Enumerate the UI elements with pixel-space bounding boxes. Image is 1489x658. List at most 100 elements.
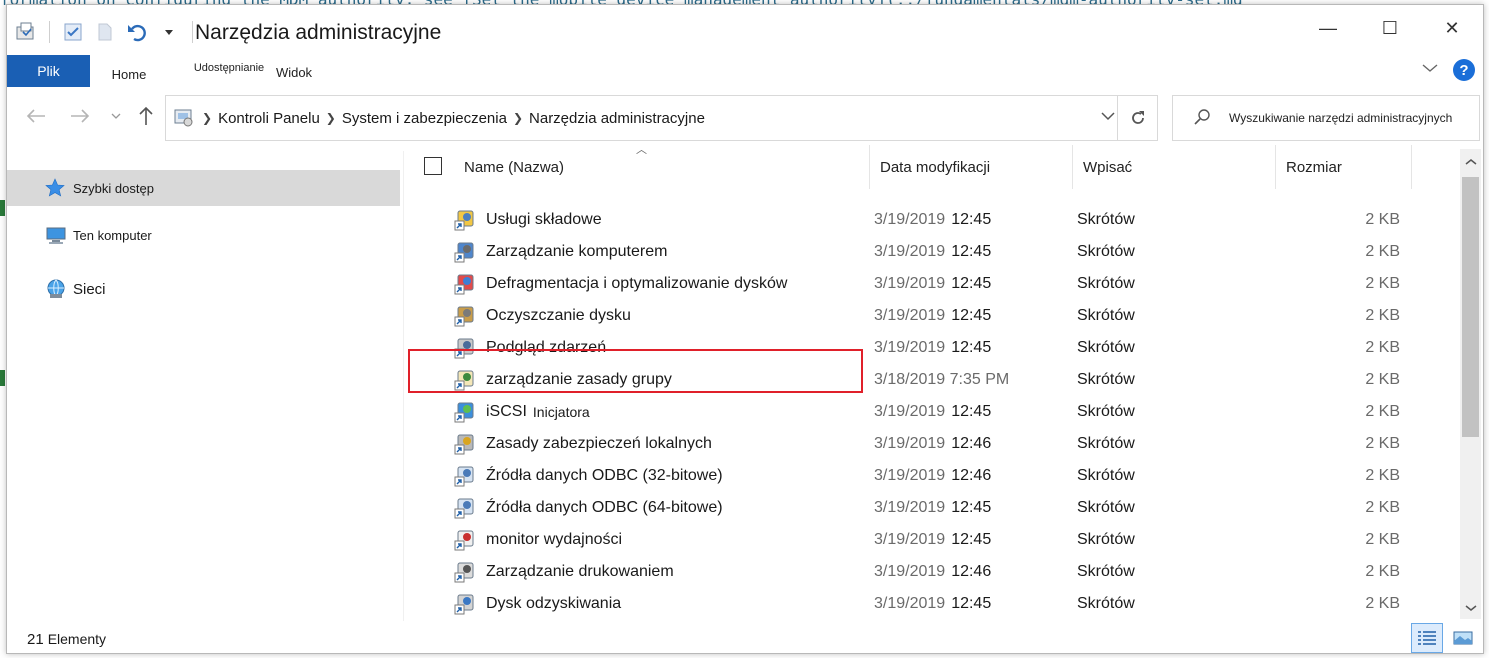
tab-share[interactable]: Udostępnianie xyxy=(187,55,271,87)
back-button[interactable] xyxy=(23,103,49,129)
odbc-icon xyxy=(454,492,480,524)
file-name-text: Usługi składowe xyxy=(486,211,602,228)
file-date: 3/18/2019 7:35 PM xyxy=(874,364,1009,396)
scroll-up-button[interactable] xyxy=(1460,151,1481,173)
file-date-text: 3/19/2019 xyxy=(874,563,946,580)
tab-view[interactable]: Widok xyxy=(271,55,317,87)
file-row[interactable]: Zarządzanie komputerem 3/19/2019 12:45 Skró… xyxy=(404,236,1454,268)
search-input[interactable]: Wyszukiwanie narzędzi administracyjnych xyxy=(1229,111,1452,125)
file-name-text: Podgląd zdarzeń xyxy=(486,339,607,356)
file-row[interactable]: Zasady zabezpieczeń lokalnych 3/19/2019 12… xyxy=(404,428,1454,460)
defrag-icon xyxy=(454,268,480,300)
search-box[interactable]: Wyszukiwanie narzędzi administracyjnych xyxy=(1172,95,1480,141)
properties-check-icon[interactable] xyxy=(60,19,86,45)
file-type: Skrótów xyxy=(1077,531,1135,548)
file-name-text: Zarządzanie drukowaniem xyxy=(486,563,674,580)
address-history-icon[interactable] xyxy=(1101,108,1115,124)
up-arrow-icon xyxy=(139,106,153,125)
nav-item-network[interactable]: Sieci xyxy=(7,271,400,307)
address-bar[interactable]: ❯ Kontroli Panelu ❯ System i zabezpiecze… xyxy=(165,95,1158,141)
file-time-text: 12:46 xyxy=(951,467,992,484)
file-row[interactable]: Źródła danych ODBC (64-bitowe) 3/19/2019 1… xyxy=(404,492,1454,524)
file-time-text: 12:45 xyxy=(951,275,992,292)
refresh-button[interactable] xyxy=(1117,96,1157,140)
file-row[interactable]: Defragmentacja i optymalizowanie dysków 3… xyxy=(404,268,1454,300)
recent-locations-button[interactable] xyxy=(103,103,129,129)
forward-button[interactable] xyxy=(67,103,93,129)
title-bar: Narzędzia administracyjne — ☐ ✕ xyxy=(7,5,1483,55)
file-name: zarządzanie zasady grupy xyxy=(486,364,672,396)
file-name: Oczyszczanie dysku xyxy=(486,300,631,332)
nav-item-this-pc[interactable]: Ten komputer xyxy=(7,217,400,253)
file-name: Zasady zabezpieczeń lokalnych xyxy=(486,428,712,460)
file-size: 2 KB xyxy=(1365,307,1400,324)
column-header: ︿ Name (Nazwa) Data modyfikacji Wpisać R… xyxy=(404,145,1460,189)
file-row[interactable]: monitor wydajności 3/19/2019 12:45 Skrótów 2… xyxy=(404,524,1454,556)
details-view-icon xyxy=(1418,631,1436,645)
file-date: 3/19/2019 12:46 xyxy=(874,428,991,460)
file-date: 3/19/2019 12:45 xyxy=(874,332,991,364)
tab-file[interactable]: Plik xyxy=(7,55,90,87)
breadcrumb-chevron-icon[interactable]: ❯ xyxy=(202,111,212,125)
file-date: 3/19/2019 12:45 xyxy=(874,492,991,524)
help-button[interactable]: ? xyxy=(1453,59,1475,81)
expand-ribbon-icon[interactable] xyxy=(1421,61,1439,79)
file-date: 3/19/2019 12:45 xyxy=(874,204,991,236)
vertical-scrollbar[interactable] xyxy=(1460,149,1481,619)
file-date-text: 3/19/2019 xyxy=(874,275,946,292)
file-name: Defragmentacja i optymalizowanie dysków xyxy=(486,268,787,300)
file-name-text: Zarządzanie komputerem xyxy=(486,243,668,260)
select-all-checkbox[interactable] xyxy=(424,157,442,175)
breadcrumb-chevron-icon[interactable]: ❯ xyxy=(326,111,336,125)
nav-item-quick-access[interactable]: Szybki dostęp xyxy=(7,170,400,206)
close-button[interactable]: ✕ xyxy=(1421,5,1483,51)
file-date: 3/19/2019 12:45 xyxy=(874,300,991,332)
scroll-down-button[interactable] xyxy=(1460,597,1481,619)
file-row[interactable]: Podgląd zdarzeń 3/19/2019 12:45 Skrótów 2 KB xyxy=(404,332,1454,364)
file-name-suffix: Inicjatora xyxy=(532,404,590,420)
file-time-text: 12:45 xyxy=(951,211,992,228)
file-row[interactable]: Dysk odzyskiwania 3/19/2019 12:45 Skrótów 2 … xyxy=(404,588,1454,620)
breadcrumb-system-security[interactable]: System i zabezpieczenia xyxy=(342,110,507,127)
file-row[interactable]: Oczyszczanie dysku 3/19/2019 12:45 Skrótów 2… xyxy=(404,300,1454,332)
file-row[interactable]: Źródła danych ODBC (32-bitowe) 3/19/2019 1… xyxy=(404,460,1454,492)
folder-properties-icon[interactable] xyxy=(13,19,39,45)
performance-monitor-icon xyxy=(454,524,480,556)
large-icons-view-icon xyxy=(1453,631,1473,645)
breadcrumb-control-panel[interactable]: Kontroli Panelu xyxy=(218,110,320,127)
minimize-button[interactable]: — xyxy=(1297,5,1359,51)
breadcrumb-chevron-icon[interactable]: ❯ xyxy=(513,111,523,125)
file-row[interactable]: Zarządzanie drukowaniem 3/19/2019 12:46 Skr… xyxy=(404,556,1454,588)
file-size: 2 KB xyxy=(1365,243,1400,260)
column-name[interactable]: Name (Nazwa) xyxy=(454,145,870,189)
column-date[interactable]: Data modyfikacji xyxy=(870,145,1073,189)
computer-management-icon xyxy=(454,236,480,268)
file-type: Skrótów xyxy=(1077,595,1135,612)
status-bar: 21 Elementy xyxy=(7,623,1483,653)
tab-home[interactable]: Home xyxy=(96,55,162,87)
column-size[interactable]: Rozmiar xyxy=(1276,145,1412,189)
chevron-up-icon xyxy=(1465,159,1476,165)
maximize-button[interactable]: ☐ xyxy=(1359,5,1421,51)
file-row[interactable]: Usługi składowe 3/19/2019 12:45 Skrótów 2 KB xyxy=(404,204,1454,236)
file-type: Skrótów xyxy=(1077,499,1135,516)
undo-icon[interactable] xyxy=(124,19,150,45)
column-type[interactable]: Wpisać xyxy=(1073,145,1276,189)
file-time-text: 12:45 xyxy=(951,595,992,612)
chevron-down-icon xyxy=(1465,605,1476,611)
large-icons-view-button[interactable] xyxy=(1447,623,1479,653)
file-date-text: 3/19/2019 xyxy=(874,435,946,452)
new-folder-icon[interactable] xyxy=(92,19,118,45)
file-size: 2 KB xyxy=(1365,371,1400,388)
file-type: Skrótów xyxy=(1077,307,1135,324)
file-row[interactable]: iSCSI Inicjatora 3/19/2019 12:45 Skrótów 2 KB xyxy=(404,396,1454,428)
breadcrumb-admin-tools[interactable]: Narzędzia administracyjne xyxy=(529,110,705,127)
scroll-thumb[interactable] xyxy=(1462,177,1479,437)
file-time-text: 12:45 xyxy=(951,307,992,324)
customize-toolbar-icon[interactable] xyxy=(156,19,182,45)
file-date: 3/19/2019 12:46 xyxy=(874,556,991,588)
file-row[interactable]: zarządzanie zasady grupy 3/18/2019 7:35 P… xyxy=(404,364,1454,396)
up-button[interactable] xyxy=(133,103,159,129)
file-name: Dysk odzyskiwania xyxy=(486,588,621,620)
details-view-button[interactable] xyxy=(1411,623,1443,653)
